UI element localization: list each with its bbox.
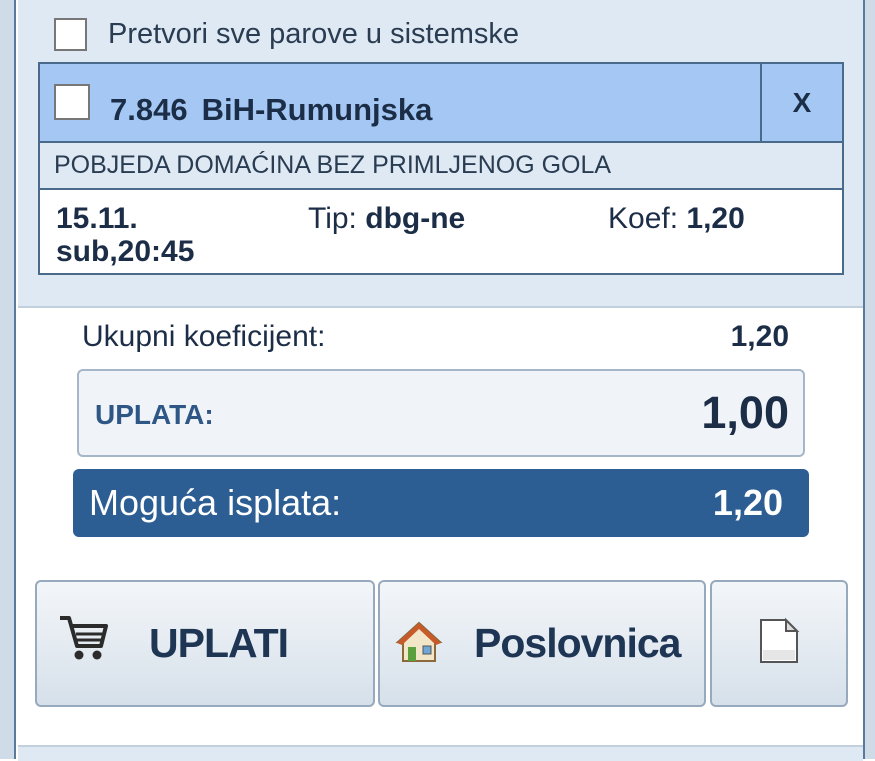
match-name: BiH-Rumunjska — [201, 92, 433, 127]
bet-slip: Pretvori sve parove u sistemske 7.846 BiH… — [0, 0, 875, 761]
cart-icon — [57, 612, 109, 669]
match-title: 7.846 BiH-Rumunjska — [110, 92, 432, 128]
market-name: POBJEDA DOMAĆINA BEZ PRIMLJENOG GOLA — [40, 143, 842, 190]
match-checkbox[interactable] — [54, 84, 90, 120]
tip: Tip: dbg-ne — [308, 202, 465, 236]
stake-value[interactable]: 1,00 — [701, 387, 789, 439]
place-bet-label: UPLATI — [149, 620, 289, 666]
system-checkbox[interactable] — [54, 17, 87, 51]
tip-value: dbg-ne — [365, 202, 466, 235]
document-icon — [758, 617, 800, 670]
match-code: 7.846 — [110, 92, 188, 127]
tip-label: Tip: — [308, 202, 357, 235]
remove-match-button[interactable]: X — [760, 64, 842, 141]
match-datetime: 15.11. sub,20:45 — [56, 202, 194, 268]
total-odds-row: Ukupni koeficijent: 1,20 — [82, 320, 789, 356]
match-details: 15.11. sub,20:45 Tip: dbg-ne Koef: 1,20 — [40, 190, 842, 273]
document-button[interactable] — [710, 580, 848, 707]
total-odds-label: Ukupni koeficijent: — [82, 320, 326, 353]
system-option-label: Pretvori sve parove u sistemske — [108, 17, 519, 50]
poslovnica-label: Poslovnica — [474, 620, 681, 666]
total-odds-value: 1,20 — [730, 320, 789, 353]
match-card: 7.846 BiH-Rumunjska X POBJEDA DOMAĆINA BE… — [38, 62, 844, 275]
match-header: 7.846 BiH-Rumunjska X — [40, 64, 842, 143]
payout-label: Moguća isplata: — [89, 482, 342, 523]
odds-label: Koef: — [608, 202, 679, 235]
house-icon — [395, 620, 443, 669]
stake-label: UPLATA: — [95, 399, 214, 430]
selections-panel: Pretvori sve parove u sistemske 7.846 BiH… — [18, 0, 863, 308]
left-border — [0, 0, 16, 759]
odds-value: 1,20 — [686, 202, 745, 235]
stake-input[interactable]: UPLATA: 1,00 — [77, 369, 805, 457]
possible-payout: Moguća isplata: 1,20 — [73, 469, 809, 537]
right-border — [863, 0, 875, 759]
system-option-row[interactable]: Pretvori sve parove u sistemske — [54, 16, 519, 52]
odds: Koef: 1,20 — [608, 202, 745, 236]
poslovnica-button[interactable]: Poslovnica — [378, 580, 706, 707]
match-date: 15.11. — [56, 202, 138, 235]
payout-value: 1,20 — [712, 482, 783, 523]
place-bet-button[interactable]: UPLATI — [35, 580, 375, 707]
match-time: sub,20:45 — [56, 235, 195, 268]
